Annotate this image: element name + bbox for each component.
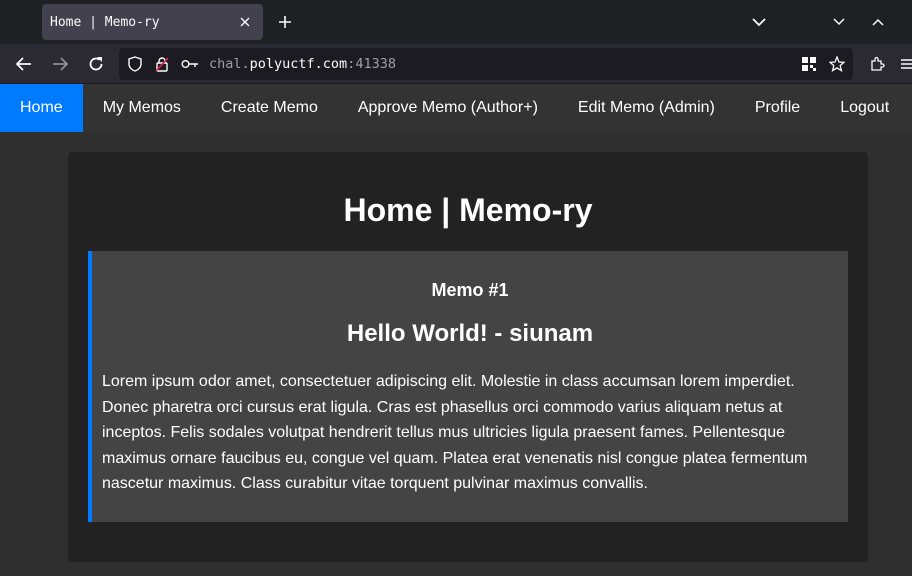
nav-item-profile[interactable]: Profile: [735, 84, 820, 132]
browser-toolbar: chal.polyuctf.com:41338: [0, 44, 912, 84]
chevron-down-icon[interactable]: [827, 10, 851, 34]
memo-body: Lorem ipsum odor amet, consectetuer adip…: [102, 373, 808, 493]
chevron-down-icon[interactable]: [747, 10, 771, 34]
menu-icon[interactable]: [898, 52, 912, 76]
memo-title: Hello World! - siunam: [346, 320, 594, 347]
browser-tabbar: Home | Memo-ry: [0, 0, 912, 44]
close-icon[interactable]: [235, 12, 255, 32]
url-bar[interactable]: chal.polyuctf.com:41338: [119, 48, 853, 80]
nav-item-home[interactable]: Home: [0, 84, 83, 132]
page-title: Home | Memo-ry: [343, 192, 593, 228]
web-page: Home My Memos Create Memo Approve Memo (…: [0, 84, 912, 576]
reload-icon[interactable]: [84, 52, 108, 76]
plus-icon[interactable]: [273, 10, 297, 34]
nav-item-create-memo[interactable]: Create Memo: [201, 84, 338, 132]
lock-icon[interactable]: [152, 54, 172, 74]
back-arrow-icon[interactable]: [12, 52, 36, 76]
tab-title: Home | Memo-ry: [50, 14, 160, 30]
nav-item-approve-memo[interactable]: Approve Memo (Author+): [338, 84, 558, 132]
key-icon[interactable]: [180, 54, 200, 74]
star-icon[interactable]: [827, 54, 847, 74]
site-nav: Home My Memos Create Memo Approve Memo (…: [0, 84, 912, 132]
chevron-up-icon[interactable]: [866, 10, 890, 34]
extensions-icon[interactable]: [865, 52, 889, 76]
nav-item-my-memos[interactable]: My Memos: [83, 84, 201, 132]
url-text[interactable]: chal.polyuctf.com:41338: [209, 56, 396, 72]
nav-item-edit-memo[interactable]: Edit Memo (Admin): [558, 84, 735, 132]
memo-number: Memo #1: [431, 280, 509, 300]
qr-code-icon[interactable]: [799, 54, 819, 74]
main-container: Home | Memo-ry Memo #1 Hello World! - si…: [68, 152, 868, 562]
shield-icon[interactable]: [125, 54, 145, 74]
nav-item-logout[interactable]: Logout: [820, 84, 909, 132]
browser-tab[interactable]: Home | Memo-ry: [42, 4, 263, 40]
memo-card: Memo #1 Hello World! - siunam Lorem ipsu…: [88, 251, 848, 522]
forward-arrow-icon[interactable]: [48, 52, 72, 76]
